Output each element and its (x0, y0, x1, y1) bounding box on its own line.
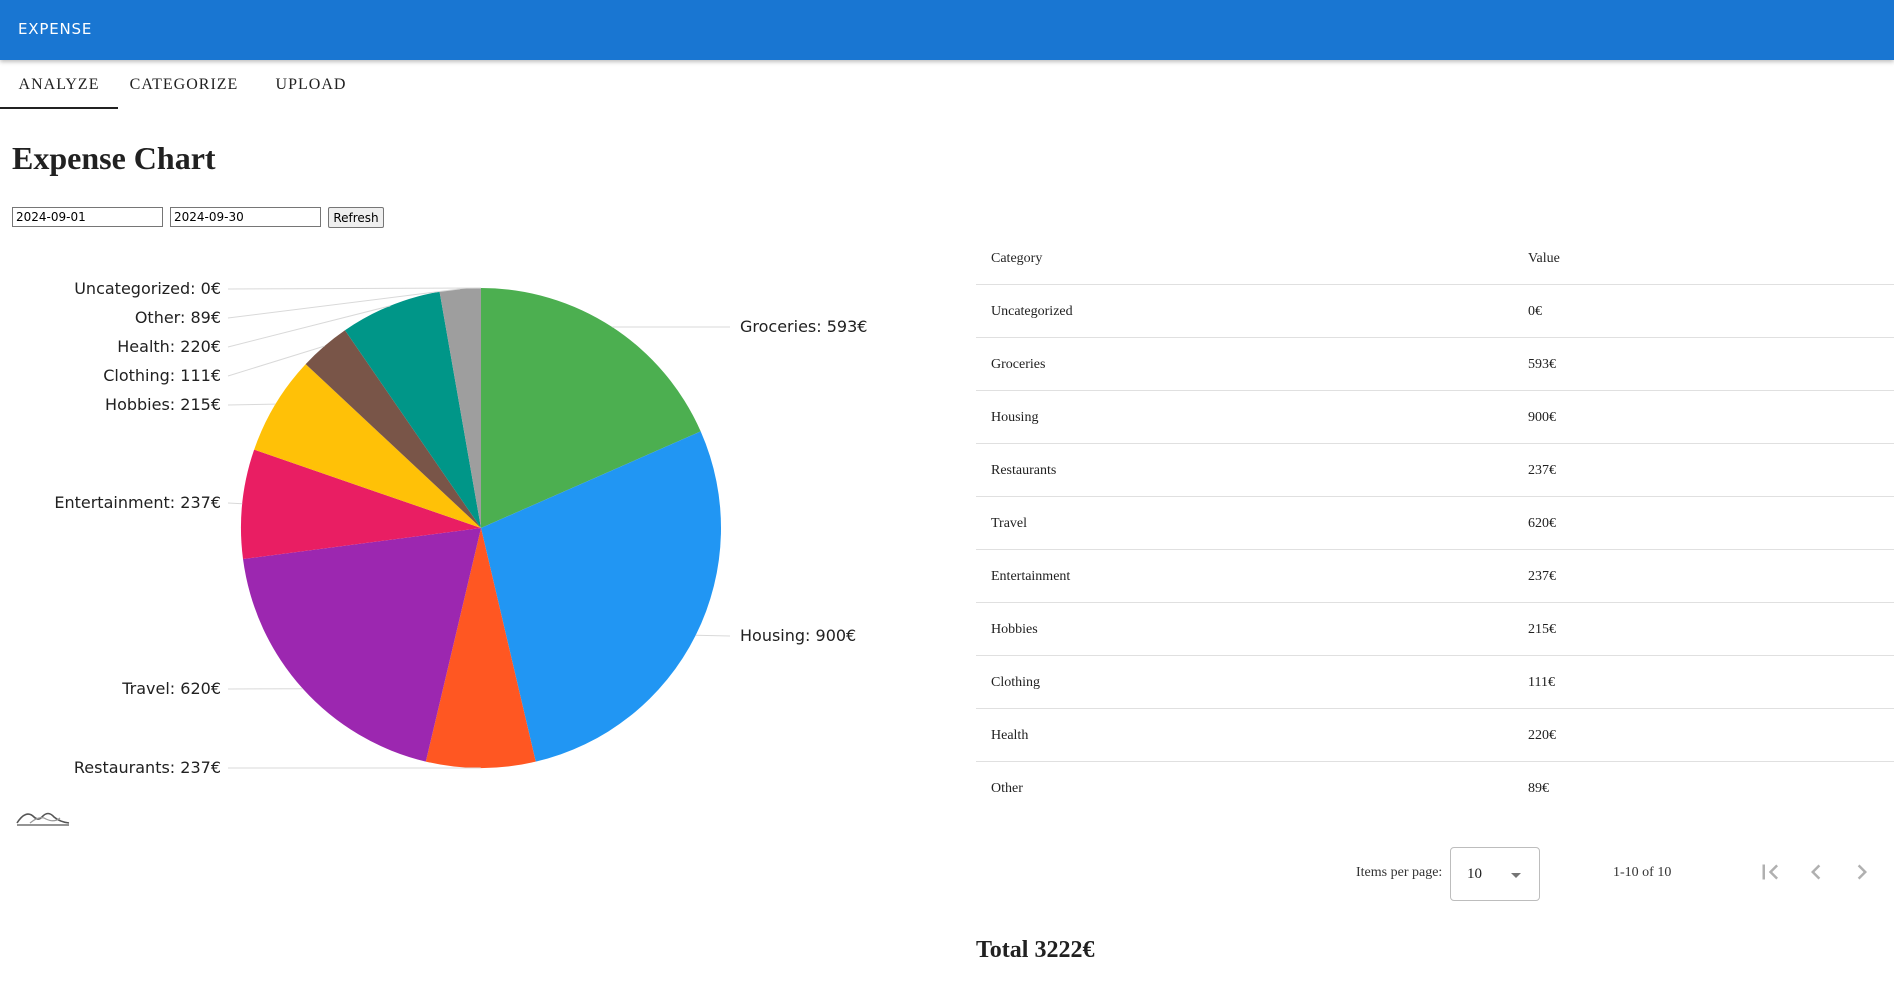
first-page-icon[interactable] (1755, 857, 1785, 887)
data-label-housing: Housing: 900€ (740, 626, 856, 645)
app-toolbar: EXPENSE (0, 0, 1894, 60)
value-cell: 0€ (1528, 304, 1542, 319)
items-per-page-label: Items per page: (1356, 865, 1443, 880)
data-label-uncategorized: Uncategorized: 0€ (74, 279, 221, 298)
label-leader-line (227, 287, 482, 290)
table-row: Health 220€ (976, 709, 1894, 762)
paginator: Items per page: 10 1-10 of 10 (976, 845, 1894, 901)
items-per-page-value: 10 (1467, 866, 1482, 882)
app-title: EXPENSE (18, 20, 93, 38)
data-label-restaurants: Restaurants: 237€ (74, 758, 221, 777)
category-cell: Clothing (991, 675, 1041, 690)
tab-categorize[interactable]: CATEGORIZE (118, 62, 250, 107)
table-row: Housing 900€ (976, 391, 1894, 444)
table-row: Uncategorized 0€ (976, 285, 1894, 338)
table-body: Uncategorized 0€ Groceries 593€ Housing 900€ R… (976, 285, 1894, 815)
tab-analyze[interactable]: ANALYZE (0, 62, 118, 109)
data-label-clothing: Clothing: 111€ (103, 366, 221, 385)
value-column-header: Value (1528, 251, 1560, 266)
data-label-groceries: Groceries: 593€ (740, 317, 867, 336)
table-row: Hobbies 215€ (976, 603, 1894, 656)
label-leader-line (227, 403, 276, 406)
refresh-button[interactable]: Refresh (328, 207, 384, 228)
next-page-icon[interactable] (1847, 857, 1877, 887)
value-cell: 620€ (1528, 516, 1556, 531)
page-range-label: 1-10 of 10 (1613, 865, 1672, 880)
data-label-travel: Travel: 620€ (121, 679, 221, 698)
dropdown-arrow-icon (1511, 873, 1521, 878)
items-per-page-select[interactable]: 10 (1450, 847, 1540, 901)
value-cell: 237€ (1528, 569, 1556, 584)
data-label-health: Health: 220€ (117, 337, 221, 356)
value-cell: 215€ (1528, 622, 1556, 637)
value-cell: 593€ (1528, 357, 1556, 372)
expense-table: Category Value Uncategorized 0€ Groceries 5… (976, 232, 1894, 815)
label-leader-line (227, 502, 243, 505)
label-leader-line (695, 634, 731, 637)
chart-toggle-icon[interactable] (16, 805, 70, 827)
category-cell: Hobbies (991, 622, 1038, 637)
table-row: Other 89€ (976, 762, 1894, 815)
data-label-hobbies: Hobbies: 215€ (105, 395, 221, 414)
value-cell: 89€ (1528, 781, 1549, 796)
value-cell: 111€ (1528, 675, 1555, 690)
category-cell: Restaurants (991, 463, 1057, 478)
category-cell: Other (991, 781, 1023, 796)
value-cell: 900€ (1528, 410, 1556, 425)
expense-pie-chart: Groceries: 593€ Housing: 900€ Restaurants:… (54, 279, 867, 777)
category-cell: Groceries (991, 357, 1046, 372)
end-date-input[interactable] (170, 207, 321, 227)
category-cell: Health (991, 728, 1029, 743)
category-cell: Travel (991, 516, 1028, 531)
table-row: Entertainment 237€ (976, 550, 1894, 603)
category-cell: Entertainment (991, 569, 1071, 584)
start-date-input[interactable] (12, 207, 163, 227)
category-cell: Housing (991, 410, 1039, 425)
table-row: Travel 620€ (976, 497, 1894, 550)
table-header-row: Category Value (976, 232, 1894, 285)
previous-page-icon[interactable] (1801, 857, 1831, 887)
page-title: Expense Chart (12, 140, 216, 176)
table-row: Clothing 111€ (976, 656, 1894, 709)
value-cell: 237€ (1528, 463, 1556, 478)
data-label-other: Other: 89€ (135, 308, 221, 327)
category-cell: Uncategorized (991, 304, 1073, 319)
category-column-header: Category (991, 251, 1043, 266)
total-label: Total 3222€ (976, 937, 1095, 963)
table-row: Restaurants 237€ (976, 444, 1894, 497)
data-label-entertainment: Entertainment: 237€ (54, 493, 221, 512)
table-row: Groceries 593€ (976, 338, 1894, 391)
tab-upload[interactable]: UPLOAD (250, 62, 372, 107)
value-cell: 220€ (1528, 728, 1556, 743)
